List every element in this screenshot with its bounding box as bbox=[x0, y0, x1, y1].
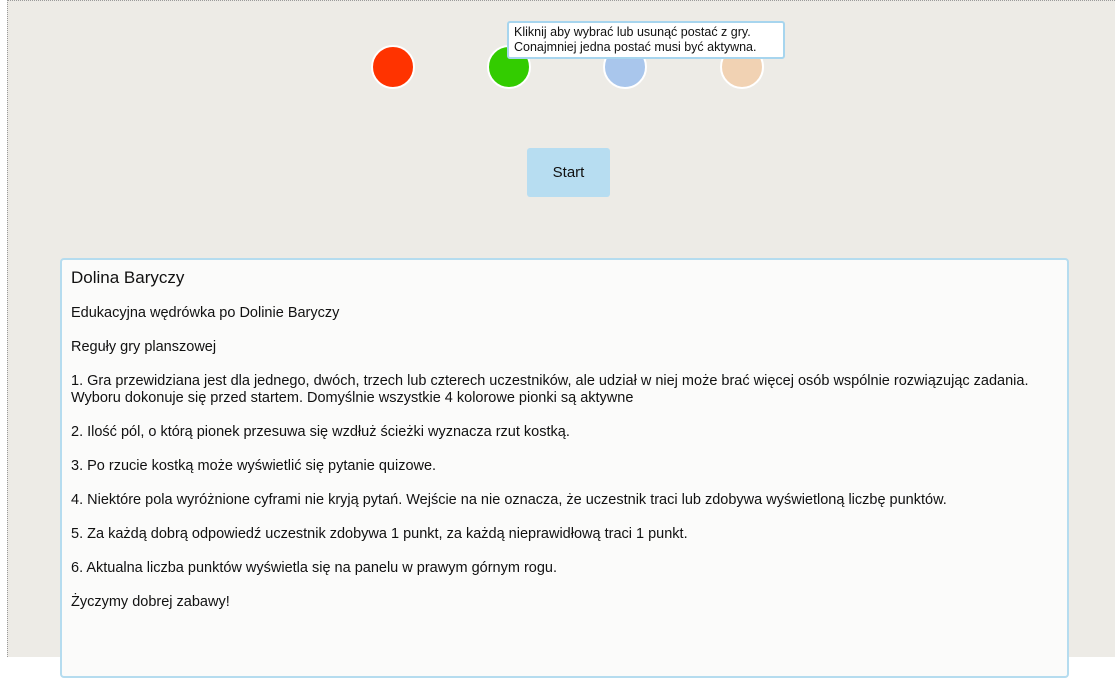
rule-4: 4. Niektóre pola wyróżnione cyframi nie … bbox=[71, 492, 947, 508]
page-title: Dolina Baryczy bbox=[71, 268, 185, 287]
start-button[interactable]: Start bbox=[527, 148, 610, 197]
rule-2: 2. Ilość pól, o którą pionek przesuwa si… bbox=[71, 424, 570, 440]
closing-text: Życzymy dobrej zabawy! bbox=[71, 594, 230, 610]
pawn-red[interactable] bbox=[371, 45, 415, 89]
subtitle: Edukacyjna wędrówka po Dolinie Baryczy bbox=[71, 305, 340, 321]
rules-heading: Reguły gry planszowej bbox=[71, 339, 217, 355]
rule-1: 1. Gra przewidziana jest dla jednego, dw… bbox=[71, 373, 1029, 406]
tooltip-line-2: Conajmniej jedna postać musi być aktywna… bbox=[514, 40, 757, 54]
tooltip-line-1: Kliknij aby wybrać lub usunąć postać z g… bbox=[514, 25, 751, 39]
pawn-tooltip: Kliknij aby wybrać lub usunąć postać z g… bbox=[507, 21, 785, 59]
rule-3: 3. Po rzucie kostką może wyświetlić się … bbox=[71, 458, 437, 474]
rules-panel: Dolina Baryczy Edukacyjna wędrówka po Do… bbox=[60, 258, 1069, 678]
game-stage: Kliknij aby wybrać lub usunąć postać z g… bbox=[7, 0, 1115, 678]
rule-6: 6. Aktualna liczba punktów wyświetla się… bbox=[71, 560, 557, 576]
rule-5: 5. Za każdą dobrą odpowiedź uczestnik zd… bbox=[71, 526, 688, 542]
